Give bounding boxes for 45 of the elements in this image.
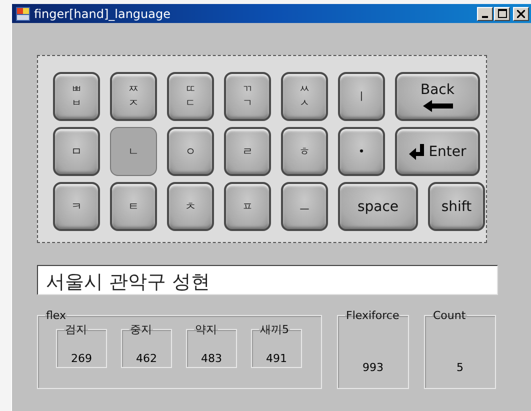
key-button[interactable]: ㄲ ㄱ <box>224 72 271 121</box>
window-title: finger[hand]_language <box>34 6 172 20</box>
flexiforce-value: 993 <box>362 360 384 374</box>
return-arrow-icon <box>408 144 425 160</box>
count-value: 5 <box>456 360 464 374</box>
key-button[interactable]: ㅃ ㅂ <box>53 72 100 121</box>
key-button[interactable]: ㅌ <box>110 182 157 231</box>
key-button[interactable]: ㅋ <box>53 182 100 231</box>
key-button[interactable]: ㅣ <box>338 72 385 121</box>
key-button[interactable]: Back <box>395 72 480 121</box>
key-button[interactable]: ㅉ ㅈ <box>110 72 157 121</box>
key-button[interactable]: Enter <box>395 127 480 176</box>
key-button[interactable]: ㄹ <box>224 127 271 176</box>
key-button[interactable]: ㅇ <box>167 127 214 176</box>
text-field[interactable]: 서울시 관악구 성현 <box>37 265 498 295</box>
left-arrow-icon <box>422 100 452 112</box>
group-label: Count <box>432 309 467 322</box>
close-icon <box>517 10 525 18</box>
key-button[interactable]: ㅡ <box>281 182 328 231</box>
key-button[interactable]: ㅊ <box>167 182 214 231</box>
key-button[interactable]: ㅎ <box>281 127 328 176</box>
key-button[interactable]: ㅆ ㅅ <box>281 72 328 121</box>
maximize-icon <box>498 9 506 18</box>
key-button[interactable]: ㅁ <box>53 127 100 176</box>
key-button[interactable]: space <box>338 182 418 231</box>
key-button[interactable]: ㄸ ㄷ <box>167 72 214 121</box>
sensor-value: 269 <box>71 352 92 364</box>
key-button[interactable]: shift <box>428 182 485 231</box>
group-label: 새끼5 <box>259 322 290 337</box>
app-icon <box>15 6 31 22</box>
key-button[interactable]: ㄴ <box>110 127 157 176</box>
sensor-value: 462 <box>136 352 157 364</box>
group-label: 검지 <box>64 322 88 337</box>
minimize-icon <box>482 16 488 18</box>
group-label: 중지 <box>129 322 153 337</box>
key-button[interactable]: ㅍ <box>224 182 271 231</box>
key-button[interactable]: • <box>338 127 385 176</box>
maximize-button[interactable] <box>494 6 510 20</box>
group-label: Flexiforce <box>345 309 400 322</box>
sensor-value: 483 <box>201 352 222 364</box>
group-label: 약지 <box>194 322 218 337</box>
sensor-value: 491 <box>266 352 287 364</box>
group-label: flex <box>45 309 68 322</box>
close-button[interactable] <box>513 6 529 20</box>
minimize-button[interactable] <box>477 6 493 20</box>
